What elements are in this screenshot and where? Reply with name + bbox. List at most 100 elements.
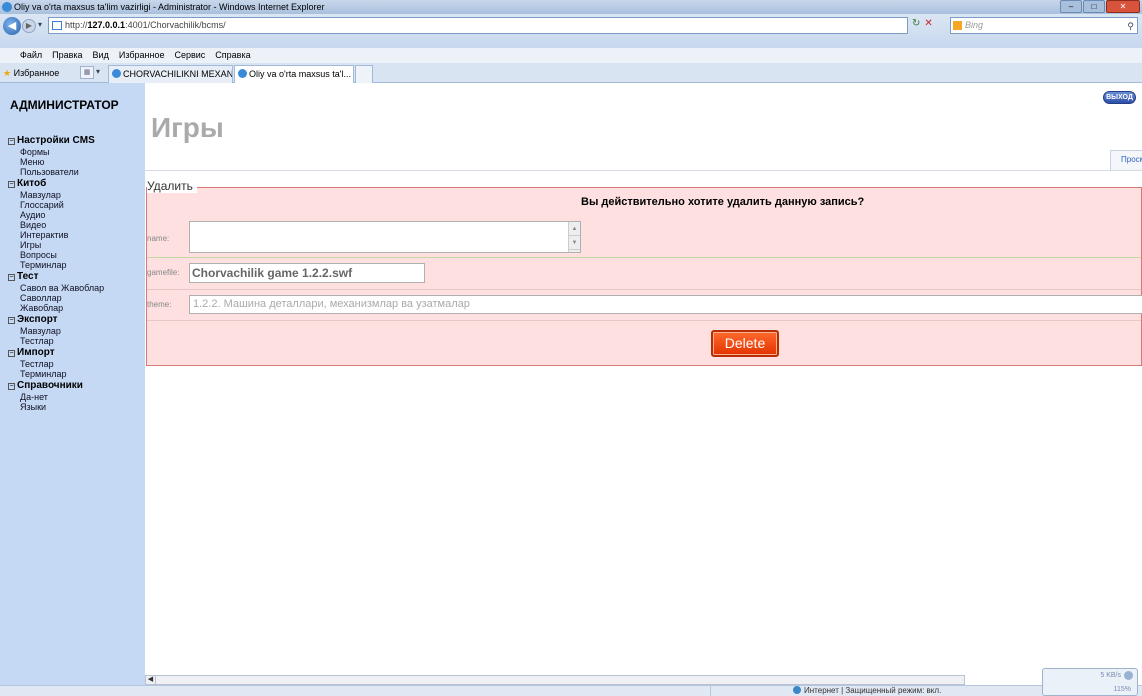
section-references[interactable]: − Справочники xyxy=(8,380,104,392)
browser-window: Oliy va o'rta maxsus ta'lim vazirligi - … xyxy=(0,0,1142,696)
section-cms-settings[interactable]: − Настройки CMS xyxy=(8,135,104,147)
page-icon xyxy=(52,21,62,30)
maximize-button[interactable]: □ xyxy=(1083,0,1105,13)
menu-help[interactable]: Справка xyxy=(215,48,250,63)
menu-favorites[interactable]: Избранное xyxy=(119,48,165,63)
sidebar-item-import-terms[interactable]: Терминлар xyxy=(8,369,104,379)
sidebar-item-video[interactable]: Видео xyxy=(8,220,104,230)
status-text: Интернет | Защищенный режим: вкл. xyxy=(804,686,942,695)
scroll-down-icon[interactable]: ▼ xyxy=(569,236,580,250)
collapse-icon[interactable]: − xyxy=(8,138,15,145)
address-bar[interactable]: http://127.0.0.1:4001/Chorvachilik/bcms/ xyxy=(48,17,908,34)
tab-oliy-active[interactable]: Oliy va o'rta maxsus ta'l... × xyxy=(234,65,354,83)
tab-list-dropdown[interactable]: ▾ xyxy=(96,67,100,76)
delete-confirmation-text: Вы действительно хотите удалить данную з… xyxy=(581,196,865,208)
sidebar-item-javoblar[interactable]: Жавоблар xyxy=(8,303,104,313)
sidebar-menu: − Настройки CMS Формы Меню Пользователи −… xyxy=(8,134,104,412)
sidebar-item-mavzular[interactable]: Мавзулар xyxy=(8,190,104,200)
menu-edit[interactable]: Правка xyxy=(52,48,82,63)
bing-icon xyxy=(953,21,962,30)
network-icon xyxy=(1124,671,1133,680)
address-toolbar: ◀ ▶ ▾ http://127.0.0.1:4001/Chorvachilik… xyxy=(0,14,1142,48)
row-divider xyxy=(147,320,1141,321)
scroll-left-icon[interactable]: ◀ xyxy=(146,676,156,684)
sidebar-item-games[interactable]: Игры xyxy=(8,240,104,250)
delete-form: Удалить Вы действительно хотите удалить … xyxy=(146,179,1142,366)
sidebar-item-users[interactable]: Пользователи xyxy=(8,167,104,177)
search-box[interactable]: Bing ⚲ xyxy=(950,17,1138,34)
gamefile-field[interactable]: Chorvachilik game 1.2.2.swf xyxy=(189,263,425,283)
name-textarea[interactable]: ▲ ▼ xyxy=(189,221,581,253)
favorites-button[interactable]: ★ Избранное xyxy=(3,66,59,80)
quick-tabs-icon[interactable]: ▦ xyxy=(80,66,94,79)
history-dropdown[interactable]: ▾ xyxy=(38,20,42,29)
sidebar-item-glossary[interactable]: Глоссарий xyxy=(8,200,104,210)
sidebar-item-qa[interactable]: Савол ва Жавоблар xyxy=(8,283,104,293)
zoom-level[interactable]: 115% xyxy=(1114,686,1131,693)
close-button[interactable]: ✕ xyxy=(1106,0,1140,13)
sidebar-item-questions[interactable]: Вопросы xyxy=(8,250,104,260)
security-zone-status[interactable]: Интернет | Защищенный режим: вкл. xyxy=(793,686,941,696)
delete-button[interactable]: Delete xyxy=(711,330,779,357)
theme-field[interactable]: 1.2.2. Машина деталлари, механизмлар ва … xyxy=(189,295,1142,314)
sidebar-item-yes-no[interactable]: Да-нет xyxy=(8,392,104,402)
net-speed: 5 KB/s xyxy=(1100,672,1121,679)
tab-chorvachilik[interactable]: CHORVACHILIKNI MEXAN... xyxy=(108,65,233,83)
forward-button[interactable]: ▶ xyxy=(22,19,36,33)
admin-title: АДМИНИСТРАТОР xyxy=(10,98,119,112)
url-prefix: http:// xyxy=(65,20,88,30)
collapse-icon[interactable]: − xyxy=(8,350,15,357)
collapse-icon[interactable]: − xyxy=(8,317,15,324)
tab-label: Oliy va o'rta maxsus ta'l... xyxy=(249,69,351,79)
ie-icon xyxy=(238,69,247,78)
menu-file[interactable]: Файл xyxy=(20,48,42,63)
new-tab-button[interactable] xyxy=(355,65,373,83)
stop-icon[interactable]: ✕ xyxy=(924,18,932,29)
sidebar-item-menu[interactable]: Меню xyxy=(8,157,104,167)
sidebar-item-interactive[interactable]: Интерактив xyxy=(8,230,104,240)
scroll-up-icon[interactable]: ▲ xyxy=(569,222,580,236)
window-title: Oliy va o'rta maxsus ta'lim vazirligi - … xyxy=(14,2,325,12)
exit-button[interactable]: ВЫХОД xyxy=(1103,91,1136,104)
sidebar-item-languages[interactable]: Языки xyxy=(8,402,104,412)
form-legend: Удалить xyxy=(147,179,197,193)
search-icon[interactable]: ⚲ xyxy=(1127,19,1134,34)
name-label: name: xyxy=(147,234,170,243)
section-kitob[interactable]: − Китоб xyxy=(8,178,104,190)
row-divider xyxy=(147,257,1141,258)
section-import[interactable]: − Импорт xyxy=(8,347,104,359)
section-test[interactable]: − Тест xyxy=(8,271,104,283)
gamefile-label: gamefile: xyxy=(147,268,180,277)
theme-label: theme: xyxy=(147,300,172,309)
sidebar-item-audio[interactable]: Аудио xyxy=(8,210,104,220)
tab-view[interactable]: Просм xyxy=(1110,150,1142,170)
refresh-icon[interactable]: ↻ xyxy=(912,18,920,29)
row-divider xyxy=(147,289,1141,290)
sidebar-item-export-tests[interactable]: Тестлар xyxy=(8,336,104,346)
back-button[interactable]: ◀ xyxy=(3,17,21,35)
tab-bar: ★ Избранное ▦ ▾ CHORVACHILIKNI MEXAN... … xyxy=(0,63,1142,83)
sidebar-item-terms[interactable]: Терминлар xyxy=(8,260,104,270)
menu-view[interactable]: Вид xyxy=(93,48,109,63)
sidebar-item-import-tests[interactable]: Тестлар xyxy=(8,359,104,369)
sidebar-item-export-mavzular[interactable]: Мавзулар xyxy=(8,326,104,336)
minimize-button[interactable]: – xyxy=(1060,0,1082,13)
textarea-scrollbar[interactable]: ▲ ▼ xyxy=(568,222,580,252)
menu-tools[interactable]: Сервис xyxy=(174,48,205,63)
admin-sidebar: АДМИНИСТРАТОР − Настройки CMS Формы Меню … xyxy=(0,83,145,685)
search-placeholder: Bing xyxy=(965,20,984,30)
refresh-stop-group: ↻ ✕ xyxy=(912,18,933,29)
collapse-icon[interactable]: − xyxy=(8,181,15,188)
network-meter-widget[interactable]: 5 KB/s 115% xyxy=(1042,668,1138,696)
tab-label: CHORVACHILIKNI MEXAN... xyxy=(123,69,233,79)
horizontal-scrollbar[interactable]: ◀ xyxy=(145,675,965,685)
sidebar-item-forms[interactable]: Формы xyxy=(8,147,104,157)
section-export[interactable]: − Экспорт xyxy=(8,314,104,326)
sidebar-item-savollar[interactable]: Саволлар xyxy=(8,293,104,303)
collapse-icon[interactable]: − xyxy=(8,383,15,390)
main-content: ВЫХОД Игры Просм Удалить Вы действительн… xyxy=(145,83,1142,675)
status-divider xyxy=(710,686,790,696)
status-bar: Интернет | Защищенный режим: вкл. xyxy=(0,685,1142,696)
ie-icon xyxy=(2,2,12,12)
collapse-icon[interactable]: − xyxy=(8,274,15,281)
